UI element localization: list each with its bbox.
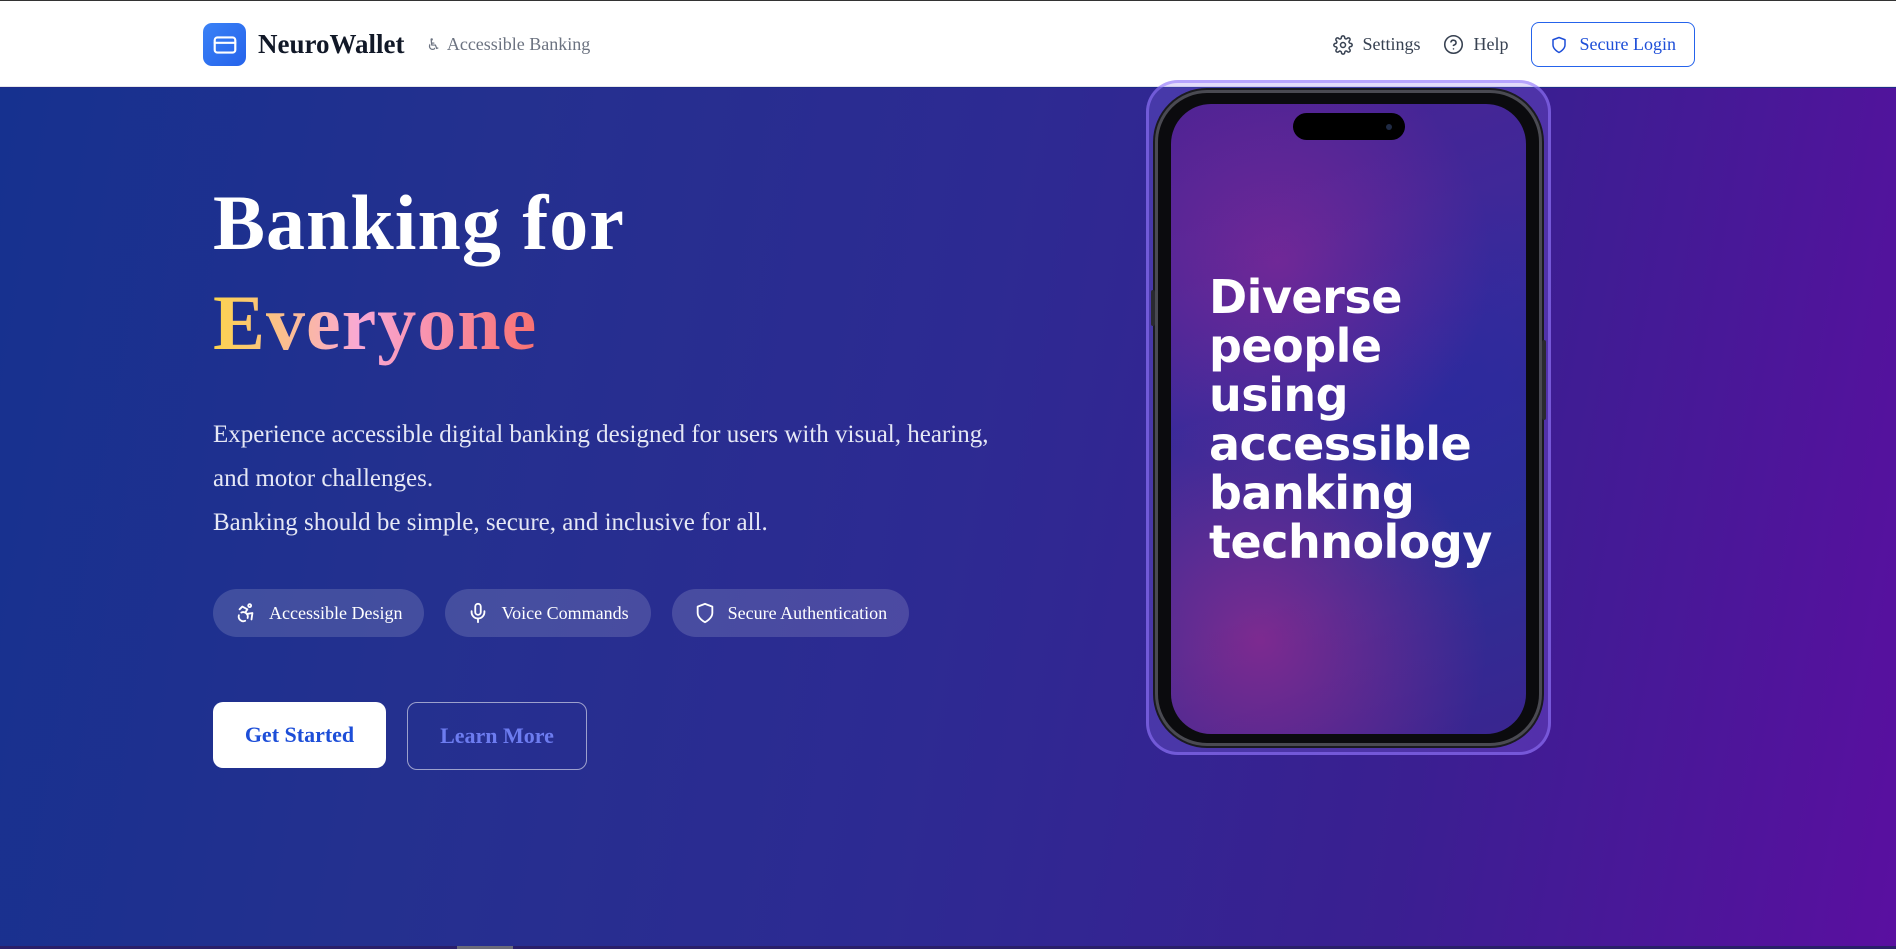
help-label: Help [1473,34,1509,54]
accessibility-icon: ♿ [426,35,441,54]
feature-voice-commands[interactable]: Voice Commands [445,589,651,637]
brand[interactable]: NeuroWallet ♿ Accessible Banking [203,23,590,66]
hero-cta-group: Get Started Learn More [213,702,587,770]
top-navigation-bar: NeuroWallet ♿ Accessible Banking Setting… [0,1,1896,87]
feature-label: Accessible Design [269,602,403,623]
shield-icon [696,602,713,624]
secure-login-button[interactable]: Secure Login [1530,22,1695,67]
hero-title-line2: Everyone [213,279,538,366]
screen-text-line: banking [1209,466,1415,520]
phone-camera [1386,124,1392,130]
brand-tagline-text: Accessible Banking [446,34,591,54]
hero-description-line1: Experience accessible digital banking de… [213,421,989,492]
gear-icon [1332,34,1353,55]
phone-side-button [1542,340,1546,420]
get-started-button[interactable]: Get Started [213,702,386,768]
feature-label: Voice Commands [501,602,629,623]
secure-login-label: Secure Login [1579,34,1676,54]
brand-tagline: ♿ Accessible Banking [426,34,590,55]
phone-screen-text: Diverse people using accessible banking … [1209,273,1529,567]
shield-icon [1551,36,1566,53]
help-link[interactable]: Help [1443,34,1509,55]
screen-text-line: using [1209,368,1349,422]
header-nav: Settings Help Secure Login [1332,22,1695,67]
learn-more-button[interactable]: Learn More [407,702,587,770]
screen-text-line: technology [1209,515,1492,569]
brand-name: NeuroWallet [258,29,405,59]
hero-description-line2: Banking should be simple, secure, and in… [213,509,768,536]
accessibility-icon [237,603,254,623]
feature-accessible-design[interactable]: Accessible Design [213,589,425,637]
settings-link[interactable]: Settings [1332,34,1421,55]
screen-text-line: accessible [1209,417,1472,471]
wallet-card-icon [203,23,246,66]
help-circle-icon [1443,34,1463,55]
hero-title-line1: Banking for [213,179,625,266]
screen-text-line: people [1209,319,1382,373]
phone-side-button [1151,290,1155,326]
screen-text-line: Diverse [1209,270,1402,324]
hero-description: Experience accessible digital banking de… [213,413,993,545]
feature-secure-authentication[interactable]: Secure Authentication [671,589,910,637]
feature-pills: Accessible Design Voice Commands Secure … [213,589,930,637]
hero-section: Banking for Everyone Experience accessib… [0,88,1896,949]
feature-label: Secure Authentication [727,602,888,623]
settings-label: Settings [1362,34,1421,54]
microphone-icon [471,602,486,624]
